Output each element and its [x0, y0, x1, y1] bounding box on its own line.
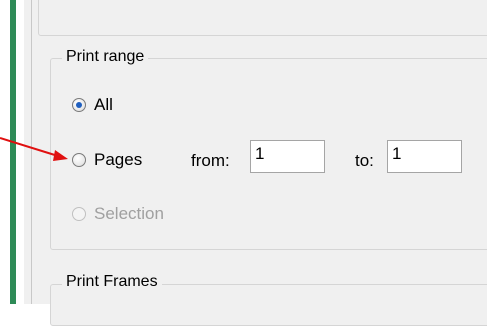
annotation-arrow-line	[0, 137, 59, 157]
annotation-arrow-head	[53, 150, 68, 161]
annotation-arrow	[0, 137, 68, 161]
